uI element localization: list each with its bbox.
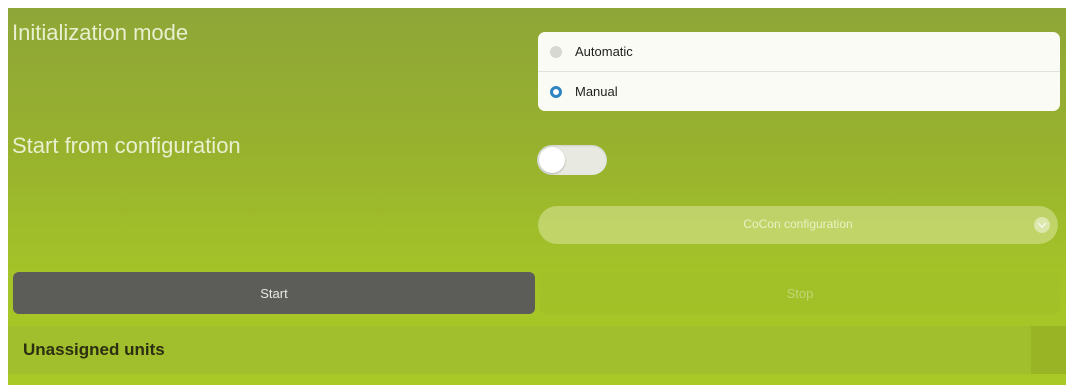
radio-option-manual[interactable]: Manual bbox=[538, 71, 1060, 111]
unassigned-units-title: Unassigned units bbox=[23, 340, 165, 359]
initialization-mode-label: Initialization mode bbox=[12, 20, 189, 45]
radio-option-label: Automatic bbox=[575, 44, 633, 59]
scrollbar[interactable] bbox=[1031, 326, 1066, 374]
start-from-configuration-toggle[interactable] bbox=[537, 145, 607, 175]
chevron-down-icon[interactable] bbox=[1034, 217, 1050, 233]
initialization-mode-radio-group: Automatic Manual bbox=[538, 32, 1060, 111]
unassigned-units-header: Unassigned units bbox=[8, 326, 1066, 374]
radio-option-automatic[interactable]: Automatic bbox=[538, 32, 1060, 71]
radio-selected-icon[interactable] bbox=[550, 85, 562, 98]
configuration-select[interactable]: CoCon configuration bbox=[538, 206, 1058, 244]
start-button[interactable]: Start bbox=[13, 272, 535, 314]
start-from-configuration-label: Start from configuration bbox=[12, 133, 241, 158]
stop-button[interactable]: Stop bbox=[540, 272, 1060, 314]
toggle-knob[interactable] bbox=[539, 147, 565, 173]
radio-unselected-icon[interactable] bbox=[550, 45, 562, 58]
initialization-panel: Initialization mode Automatic Manual Sta… bbox=[8, 8, 1066, 385]
configuration-select-value: CoCon configuration bbox=[743, 217, 853, 231]
radio-option-label: Manual bbox=[575, 84, 618, 99]
